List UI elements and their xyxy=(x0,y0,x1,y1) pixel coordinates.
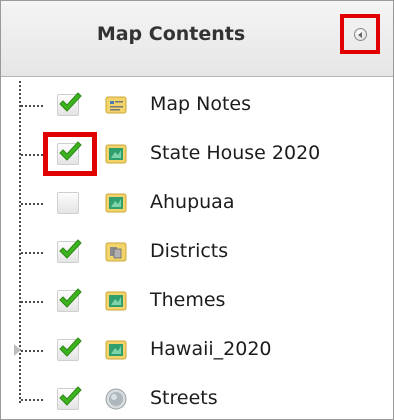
layer-visibility-checkbox[interactable] xyxy=(57,386,82,410)
layer-row: Streets xyxy=(1,378,393,418)
feature-layer-icon xyxy=(104,142,128,166)
feature-layer-icon xyxy=(104,191,128,215)
feature-layer-icon xyxy=(104,338,128,362)
map-contents-panel: Map Contents Map Notes State House 2020 Ah… xyxy=(0,0,394,420)
layer-visibility-checkbox[interactable] xyxy=(57,288,82,312)
group-layer-icon xyxy=(104,240,128,264)
layer-row: Map Notes xyxy=(1,84,393,124)
layer-label[interactable]: Map Notes xyxy=(150,93,251,115)
layer-label[interactable]: Districts xyxy=(150,240,228,262)
panel-header: Map Contents xyxy=(1,1,393,77)
layer-row: Themes xyxy=(1,280,393,320)
feature-layer-icon xyxy=(104,289,128,313)
layer-label[interactable]: Ahupuaa xyxy=(150,191,234,213)
tree-branch-line xyxy=(21,399,43,401)
layer-visibility-checkbox[interactable] xyxy=(57,92,82,116)
layer-visibility-checkbox[interactable] xyxy=(57,239,82,263)
checkbox-highlight-box xyxy=(43,132,97,176)
tree-branch-line xyxy=(21,350,43,352)
layer-visibility-checkbox[interactable] xyxy=(57,337,82,361)
basemap-globe-icon xyxy=(104,387,128,411)
layer-row: Ahupuaa xyxy=(1,182,393,222)
tree-branch-line xyxy=(21,301,43,303)
layer-visibility-checkbox[interactable] xyxy=(57,192,79,214)
layer-row: Hawaii_2020 xyxy=(1,329,393,369)
layer-label[interactable]: Streets xyxy=(150,387,218,409)
layer-row: Districts xyxy=(1,231,393,271)
layer-label[interactable]: Themes xyxy=(150,289,225,311)
tree-branch-line xyxy=(21,154,43,156)
tree-branch-line xyxy=(21,203,43,205)
panel-title: Map Contents xyxy=(96,23,246,45)
collapse-left-icon xyxy=(354,28,367,41)
map-notes-icon xyxy=(104,93,128,117)
tree-branch-line xyxy=(21,105,43,107)
collapse-panel-button[interactable] xyxy=(340,14,380,54)
layer-label[interactable]: Hawaii_2020 xyxy=(150,338,272,360)
layer-label[interactable]: State House 2020 xyxy=(150,142,320,164)
tree-branch-line xyxy=(21,252,43,254)
expand-arrow-icon[interactable] xyxy=(14,344,21,356)
